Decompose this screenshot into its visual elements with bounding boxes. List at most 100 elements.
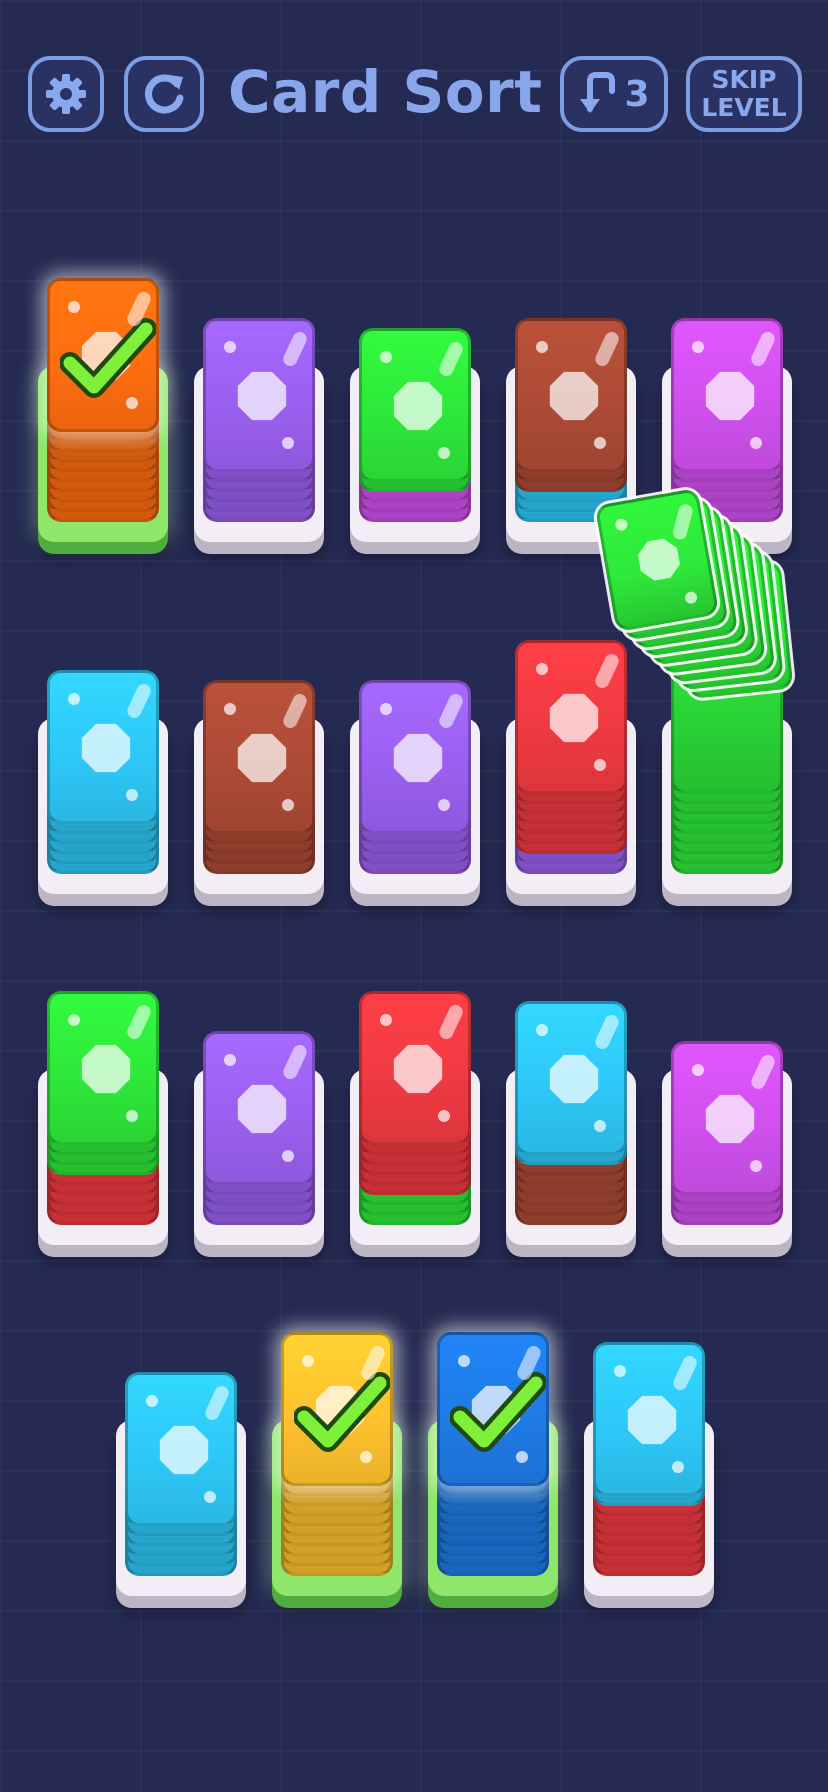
card-emblem-icon [702, 1091, 758, 1151]
card-emblem-icon [390, 1041, 446, 1101]
card-emblem-icon [546, 368, 602, 428]
card-stack-r3c1[interactable] [38, 991, 168, 1245]
card-stack-r4c3[interactable] [428, 1332, 558, 1596]
undo-count: 3 [624, 73, 650, 115]
card-dot [126, 789, 138, 801]
card-emblem-icon [390, 378, 446, 438]
card-dot [438, 447, 450, 459]
card-stack-r4c4[interactable] [584, 1342, 714, 1596]
card-stack-r2c2[interactable] [194, 680, 324, 894]
top-card [125, 1372, 237, 1526]
card-emblem-icon [546, 1051, 602, 1111]
skip-label-line2: LEVEL [701, 93, 787, 122]
top-card [47, 670, 159, 824]
card-emblem-icon [624, 1392, 680, 1452]
card-dot [614, 1365, 626, 1377]
card-dot [68, 301, 80, 313]
card-dot [438, 799, 450, 811]
card-stack-r2c5[interactable] [594, 487, 794, 894]
card-dot [614, 517, 629, 532]
card-dot [692, 341, 704, 353]
top-card [47, 991, 159, 1145]
card-dot [282, 799, 294, 811]
card-dot [380, 703, 392, 715]
gear-icon [42, 70, 90, 118]
card-emblem-icon [234, 368, 290, 428]
card-stack-r1c1[interactable] [38, 278, 168, 542]
card-dot [536, 1024, 548, 1036]
card-dot [282, 1150, 294, 1162]
card-stack-r1c3[interactable] [350, 328, 480, 542]
checkmark-icon [59, 317, 156, 405]
card-dot [204, 1491, 216, 1503]
settings-button[interactable] [28, 56, 104, 132]
card-dot [672, 1461, 684, 1473]
card-emblem-icon [78, 1041, 134, 1101]
card-stack-r2c3[interactable] [350, 680, 480, 894]
card-emblem-icon [234, 730, 290, 790]
card-emblem-icon [632, 533, 686, 590]
restart-button[interactable] [124, 56, 204, 132]
card-dot [594, 1120, 606, 1132]
card-dot [536, 341, 548, 353]
card-stack-r3c5[interactable] [662, 1041, 792, 1245]
card-emblem-icon [156, 1422, 212, 1482]
top-card [281, 1332, 393, 1486]
card-dot [146, 1395, 158, 1407]
card-emblem-icon [546, 690, 602, 750]
top-card [203, 680, 315, 834]
card-emblem-icon [234, 1081, 290, 1141]
top-card [593, 1342, 705, 1496]
card-stack-r3c2[interactable] [194, 1031, 324, 1245]
card-dot [380, 1014, 392, 1026]
top-card [359, 680, 471, 834]
undo-button[interactable]: 3 [560, 56, 668, 132]
card-dot [380, 351, 392, 363]
card-dot [68, 1014, 80, 1026]
top-card [203, 318, 315, 472]
card-stack-r3c4[interactable] [506, 1001, 636, 1245]
skip-level-button[interactable]: SKIP LEVEL [686, 56, 802, 132]
top-card [359, 991, 471, 1145]
undo-arrow-icon [578, 69, 622, 119]
card-stack-r4c2[interactable] [272, 1332, 402, 1596]
top-card [671, 318, 783, 472]
card-emblem-icon [78, 720, 134, 780]
card-dot [224, 703, 236, 715]
card-dot [458, 1355, 470, 1367]
top-card [437, 1332, 549, 1486]
card-stack-r2c4[interactable] [506, 640, 636, 894]
top-card [671, 1041, 783, 1195]
top-card [47, 278, 159, 432]
card-dot [594, 759, 606, 771]
card-dot [224, 341, 236, 353]
card-dot [68, 693, 80, 705]
card-dot [684, 590, 699, 605]
top-card [203, 1031, 315, 1185]
card-dot [302, 1355, 314, 1367]
game-title: Card Sort [228, 58, 543, 126]
top-card [359, 328, 471, 482]
card-dot [692, 1064, 704, 1076]
top-card [515, 640, 627, 794]
card-stack-r4c1[interactable] [116, 1372, 246, 1596]
lifted-top-card [594, 487, 720, 633]
top-card [515, 1001, 627, 1155]
card-dot [224, 1054, 236, 1066]
top-card [515, 318, 627, 472]
card-stack-r3c3[interactable] [350, 991, 480, 1245]
card-dot [438, 1110, 450, 1122]
card-dot [594, 437, 606, 449]
checkmark-icon [449, 1371, 546, 1459]
card-stack-r1c2[interactable] [194, 318, 324, 542]
skip-label-line1: SKIP [711, 65, 777, 94]
card-stack-r2c1[interactable] [38, 670, 168, 894]
card-dot [126, 1110, 138, 1122]
card-emblem-icon [702, 368, 758, 428]
card-dot [282, 437, 294, 449]
card-emblem-icon [390, 730, 446, 790]
restart-icon [139, 69, 189, 119]
card-dot [750, 437, 762, 449]
checkmark-icon [293, 1371, 390, 1459]
card-dot [536, 663, 548, 675]
